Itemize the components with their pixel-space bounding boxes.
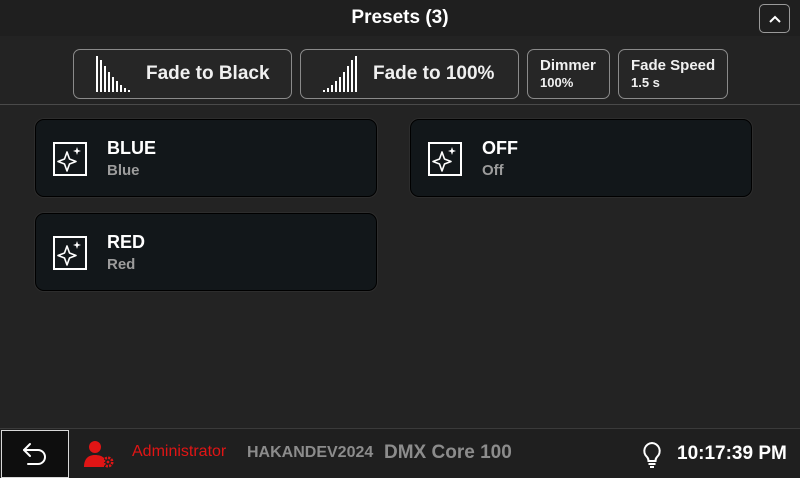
host-name: HAKANDEV2024 (247, 444, 374, 461)
fade-to-black-label: Fade to Black (146, 63, 270, 84)
device-name: DMX Core 100 (384, 442, 512, 463)
preset-subtitle: Off (482, 162, 504, 179)
user-admin-icon (84, 441, 114, 468)
dimmer-value: 100% (540, 75, 574, 90)
lightbulb-icon[interactable] (640, 441, 664, 469)
fade-to-full-label: Fade to 100% (373, 63, 495, 84)
bars-descending-icon (96, 56, 130, 92)
clock: 10:17:39 PM (677, 443, 787, 464)
fade-speed-title: Fade Speed (631, 57, 716, 74)
chevron-up-icon (768, 15, 781, 23)
fade-to-full-button[interactable]: Fade to 100% (300, 49, 519, 99)
preset-subtitle: Blue (107, 162, 140, 179)
status-bar: Administrator HAKANDEV2024 DMX Core 100 … (0, 428, 800, 478)
fade-speed-button[interactable]: Fade Speed 1.5 s (618, 49, 728, 99)
preset-card-red[interactable]: RED Red (35, 213, 377, 291)
toolbar: Fade to Black Fade to 100% Dimmer 100% F… (0, 44, 800, 102)
sparkle-icon (53, 236, 87, 270)
fade-speed-value: 1.5 s (631, 75, 660, 90)
bars-ascending-icon (323, 56, 357, 92)
preset-name: BLUE (107, 138, 156, 158)
preset-card-blue[interactable]: BLUE Blue (35, 119, 377, 197)
preset-subtitle: Red (107, 256, 136, 273)
preset-name: OFF (482, 138, 518, 158)
collapse-button[interactable] (759, 4, 790, 33)
toolbar-divider (0, 104, 800, 105)
preset-card-off[interactable]: OFF Off (410, 119, 752, 197)
sparkle-icon (53, 142, 87, 176)
preset-name: RED (107, 232, 146, 252)
back-button[interactable] (1, 430, 69, 478)
fade-to-black-button[interactable]: Fade to Black (73, 49, 292, 99)
page-title: Presets (3) (351, 7, 449, 28)
user-name: Administrator (132, 443, 227, 460)
header-bar: Presets (3) (0, 0, 800, 36)
undo-arrow-icon (23, 443, 46, 465)
dimmer-title: Dimmer (540, 57, 596, 74)
sparkle-icon (428, 142, 462, 176)
dimmer-button[interactable]: Dimmer 100% (527, 49, 610, 99)
